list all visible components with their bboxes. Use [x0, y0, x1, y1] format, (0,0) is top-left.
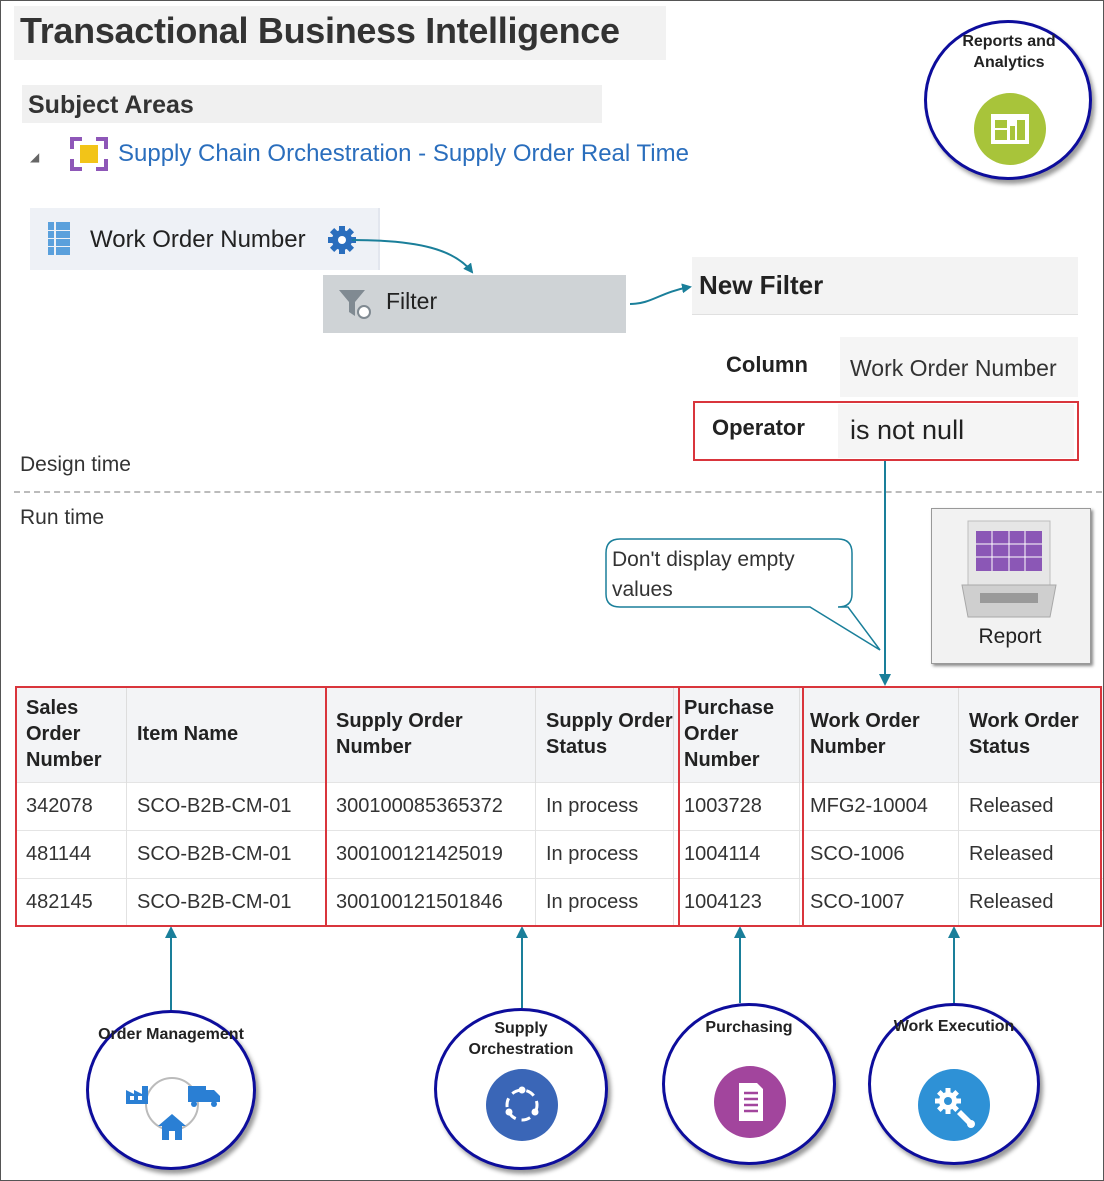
- order-management-label: Order Management: [98, 1026, 244, 1043]
- orchestration-cycle-icon: [486, 1069, 558, 1141]
- table-cell: 481144: [15, 830, 127, 879]
- results-table: Sales Order Number Item Name Supply Orde…: [15, 686, 1103, 926]
- table-header-row: Sales Order Number Item Name Supply Orde…: [15, 686, 1103, 783]
- header-sales-order-number: Sales Order Number: [15, 686, 127, 783]
- table-cell: 1004114: [673, 830, 800, 879]
- table-row: 342078 SCO-B2B-CM-01 300100085365372 In …: [15, 782, 1103, 831]
- report-icon: [961, 520, 1057, 618]
- gear-wrench-icon: [918, 1069, 990, 1141]
- purchasing-label: Purchasing: [705, 1019, 793, 1036]
- table-cell: In process: [535, 878, 674, 926]
- document-icon: [714, 1066, 786, 1138]
- table-cell: Released: [958, 830, 1103, 879]
- table-cell: 482145: [15, 878, 127, 926]
- table-row: 482145 SCO-B2B-CM-01 300100121501846 In …: [15, 878, 1103, 926]
- supply-orchestration-label: Supply Orchestration: [468, 1020, 574, 1058]
- table-cell: 300100121425019: [325, 830, 536, 879]
- table-cell: Released: [958, 878, 1103, 926]
- gear-to-filter-arrow: [351, 239, 474, 274]
- factory-truck-house-icon: [126, 1077, 220, 1140]
- table-cell: SCO-B2B-CM-01: [126, 878, 326, 926]
- report-label: Report: [978, 625, 1042, 648]
- table-cell: Released: [958, 782, 1103, 831]
- reports-analytics-label: Reports and Analytics: [962, 33, 1056, 71]
- table-cell: SCO-1007: [799, 878, 959, 926]
- table-cell: 300100085365372: [325, 782, 536, 831]
- table-cell: 300100121501846: [325, 878, 536, 926]
- table-cell: SCO-B2B-CM-01: [126, 830, 326, 879]
- callout-text: Don't display empty values: [612, 548, 795, 601]
- reports-analytics-icon: [974, 93, 1046, 165]
- header-item-name: Item Name: [126, 686, 326, 783]
- header-supply-order-status: Supply Order Status: [535, 686, 674, 783]
- header-purchase-order-number: Purchase Order Number: [673, 686, 800, 783]
- table-cell: SCO-1006: [799, 830, 959, 879]
- table-cell: 1003728: [673, 782, 800, 831]
- header-supply-order-number: Supply Order Number: [325, 686, 536, 783]
- work-execution-label: Work Execution: [893, 1018, 1015, 1035]
- table-cell: 1004123: [673, 878, 800, 926]
- table-row: 481144 SCO-B2B-CM-01 300100121425019 In …: [15, 830, 1103, 879]
- filter-to-new-filter-arrow: [629, 283, 692, 305]
- table-cell: SCO-B2B-CM-01: [126, 782, 326, 831]
- table-cell: 342078: [15, 782, 127, 831]
- header-work-order-status: Work Order Status: [958, 686, 1103, 783]
- table-cell: MFG2-10004: [799, 782, 959, 831]
- table-cell: In process: [535, 782, 674, 831]
- header-work-order-number: Work Order Number: [799, 686, 959, 783]
- table-cell: In process: [535, 830, 674, 879]
